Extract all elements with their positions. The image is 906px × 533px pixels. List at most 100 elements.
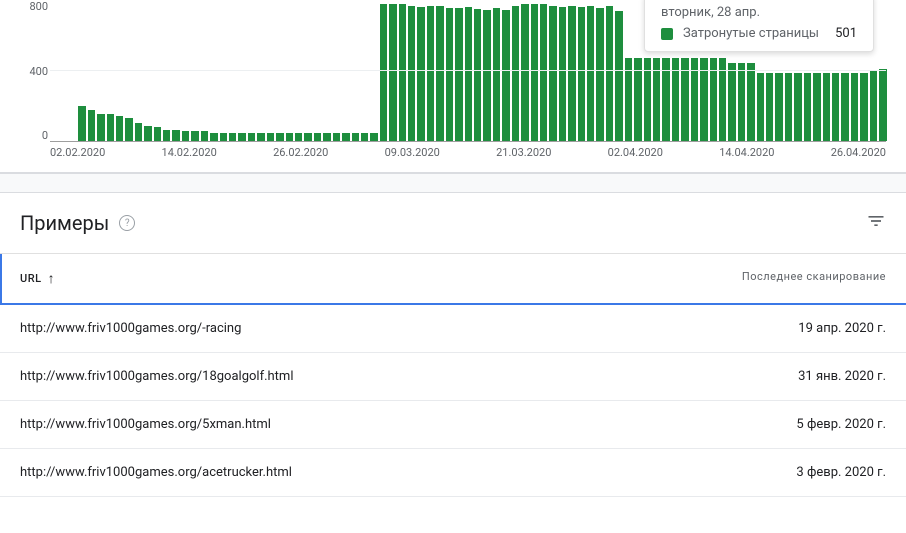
chart-bar[interactable] xyxy=(870,71,877,142)
section-title: Примеры xyxy=(20,211,109,235)
chart-bar[interactable] xyxy=(163,130,170,141)
chart-bar[interactable] xyxy=(276,133,283,141)
chart-bar[interactable] xyxy=(757,73,764,141)
chart-bar[interactable] xyxy=(399,4,406,141)
chart-bar[interactable] xyxy=(794,73,801,141)
cell-url: http://www.friv1000games.org/acetrucker.… xyxy=(20,465,676,480)
chart-bar[interactable] xyxy=(172,130,179,141)
chart-bar[interactable] xyxy=(596,8,603,141)
chart-bar[interactable] xyxy=(474,9,481,141)
chart-bar[interactable] xyxy=(728,63,735,141)
chart-bar[interactable] xyxy=(220,133,227,141)
x-tick: 02.02.2020 xyxy=(50,146,105,160)
chart-bar[interactable] xyxy=(380,4,387,141)
chart-bar[interactable] xyxy=(559,7,566,141)
x-axis: 02.02.2020 14.02.2020 26.02.2020 09.03.2… xyxy=(50,146,886,160)
chart-bar[interactable] xyxy=(785,73,792,141)
table-row[interactable]: http://www.friv1000games.org/-racing19 а… xyxy=(0,305,906,353)
chart-bar[interactable] xyxy=(766,73,773,141)
chart-bar[interactable] xyxy=(304,133,311,141)
chart-bar[interactable] xyxy=(738,63,745,141)
cell-url: http://www.friv1000games.org/5xman.html xyxy=(20,417,676,432)
chart-bar[interactable] xyxy=(747,63,754,141)
chart-bar[interactable] xyxy=(531,4,538,141)
tooltip-swatch xyxy=(661,28,673,40)
chart-bar[interactable] xyxy=(286,133,293,141)
chart-bar[interactable] xyxy=(97,114,104,141)
chart-bar[interactable] xyxy=(606,6,613,141)
chart-bar[interactable] xyxy=(107,114,114,141)
chart-bar[interactable] xyxy=(88,110,95,141)
chart-bar[interactable] xyxy=(804,73,811,141)
chart-bar[interactable] xyxy=(238,133,245,141)
column-header-date[interactable]: Последнее сканирование xyxy=(676,254,906,303)
section-divider xyxy=(0,173,906,193)
chart-bar[interactable] xyxy=(116,116,123,141)
help-icon[interactable]: ? xyxy=(119,215,135,231)
chart-bar[interactable] xyxy=(502,10,509,141)
chart-bar[interactable] xyxy=(427,6,434,141)
chart-bar[interactable] xyxy=(154,127,161,141)
y-tick: 0 xyxy=(42,129,48,142)
chart-bar[interactable] xyxy=(267,133,274,141)
chart-bar[interactable] xyxy=(135,123,142,141)
chart-bar[interactable] xyxy=(370,133,377,141)
chart-bar[interactable] xyxy=(568,6,575,141)
chart-bar[interactable] xyxy=(229,133,236,141)
chart-bar[interactable] xyxy=(832,73,839,141)
chart-bar[interactable] xyxy=(493,8,500,141)
chart-bar[interactable] xyxy=(879,69,886,141)
table-row[interactable]: http://www.friv1000games.org/5xman.html5… xyxy=(0,401,906,449)
chart-bar[interactable] xyxy=(540,4,547,141)
chart-bar[interactable] xyxy=(775,73,782,141)
chart-bar[interactable] xyxy=(813,73,820,141)
table-row[interactable]: http://www.friv1000games.org/18goalgolf.… xyxy=(0,353,906,401)
chart-bar[interactable] xyxy=(144,126,151,142)
table-row[interactable]: http://www.friv1000games.org/acetrucker.… xyxy=(0,449,906,497)
column-header-url[interactable]: URL ↑ xyxy=(0,254,676,303)
chart-bar[interactable] xyxy=(446,8,453,141)
filter-icon[interactable] xyxy=(866,211,886,235)
tooltip-value: 501 xyxy=(835,26,857,41)
cell-date: 3 февр. 2020 г. xyxy=(676,465,886,480)
column-header-url-label: URL xyxy=(20,272,42,285)
chart-bar[interactable] xyxy=(851,73,858,141)
chart-bar[interactable] xyxy=(201,131,208,141)
chart-bar[interactable] xyxy=(417,7,424,141)
chart-bar[interactable] xyxy=(860,73,867,141)
x-tick: 14.02.2020 xyxy=(162,146,217,160)
chart-bar[interactable] xyxy=(408,6,415,141)
chart-bar[interactable] xyxy=(823,73,830,141)
chart-bar[interactable] xyxy=(615,11,622,141)
chart-bar[interactable] xyxy=(512,6,519,141)
chart-bar[interactable] xyxy=(841,73,848,141)
chart-bar[interactable] xyxy=(333,133,340,141)
chart-bar[interactable] xyxy=(455,8,462,141)
chart-bar[interactable] xyxy=(78,106,85,141)
chart-bar[interactable] xyxy=(587,6,594,141)
chart-bar[interactable] xyxy=(248,133,255,141)
chart-bar[interactable] xyxy=(210,133,217,141)
x-tick: 02.04.2020 xyxy=(608,146,663,160)
chart-bar[interactable] xyxy=(436,6,443,141)
chart-bar[interactable] xyxy=(314,133,321,141)
chart-bar[interactable] xyxy=(549,6,556,141)
chart-bar[interactable] xyxy=(295,133,302,141)
chart-bar[interactable] xyxy=(578,7,585,141)
chart-bar[interactable] xyxy=(465,7,472,141)
chart-bar[interactable] xyxy=(323,133,330,141)
chart-bar[interactable] xyxy=(125,118,132,141)
chart-bar[interactable] xyxy=(521,4,528,141)
chart-bar[interactable] xyxy=(257,133,264,141)
chart-bar[interactable] xyxy=(389,4,396,141)
chart-bar[interactable] xyxy=(191,131,198,141)
tooltip-series-label: Затронутые страницы xyxy=(683,26,819,41)
chart-bar[interactable] xyxy=(483,10,490,141)
sort-ascending-icon: ↑ xyxy=(48,270,56,287)
chart-bar[interactable] xyxy=(361,133,368,141)
chart-bar[interactable] xyxy=(182,131,189,141)
y-tick: 800 xyxy=(29,0,48,13)
cell-url: http://www.friv1000games.org/18goalgolf.… xyxy=(20,369,676,384)
chart-bar[interactable] xyxy=(342,133,349,141)
chart-bar[interactable] xyxy=(352,133,359,141)
